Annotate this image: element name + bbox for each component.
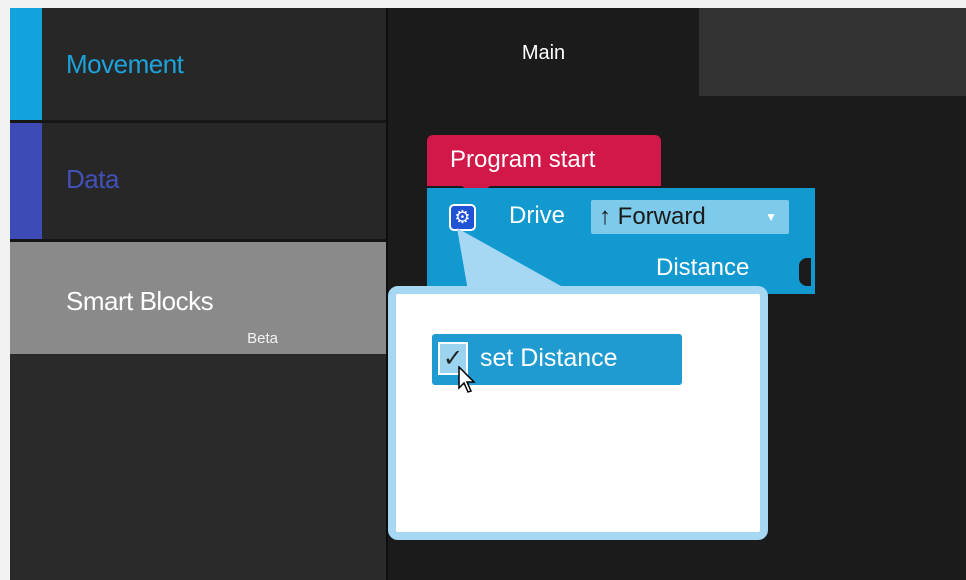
category-movement[interactable]: Movement <box>10 8 386 123</box>
set-distance-label: set Distance <box>480 344 618 372</box>
category-label: Smart Blocks <box>66 286 214 316</box>
tab-label: Main <box>521 42 566 64</box>
category-color-stripe <box>10 8 42 120</box>
program-start-label: Program start <box>450 146 596 173</box>
category-data[interactable]: Data <box>10 123 386 242</box>
category-smart-blocks[interactable]: Smart Blocks Beta <box>10 242 386 354</box>
category-label: Data <box>66 164 119 194</box>
direction-value: ↑ Forward <box>599 203 706 230</box>
category-color-stripe <box>10 123 42 239</box>
category-label: Movement <box>66 49 184 79</box>
block-category-sidebar: Movement Data Smart Blocks Beta <box>10 8 386 580</box>
tab-bar: Main <box>388 8 966 96</box>
direction-dropdown[interactable]: ↑ Forward ▼ <box>591 200 789 234</box>
beta-badge: Beta <box>247 330 278 347</box>
program-start-block[interactable]: Program start <box>427 135 661 186</box>
app-window: Movement Data Smart Blocks Beta Main Pro… <box>10 8 966 580</box>
mouse-pointer-icon <box>458 366 476 393</box>
tab-main[interactable]: Main <box>388 8 699 96</box>
mutator-bubble: ✓ set Distance <box>388 286 768 540</box>
block-workspace[interactable]: Main Program start ⚙ Drive ↑ Forward ▼ D… <box>388 8 966 580</box>
gear-icon[interactable]: ⚙ <box>449 204 476 231</box>
distance-input-label: Distance <box>656 254 750 281</box>
dropdown-arrow-icon: ▼ <box>765 210 777 224</box>
drive-label: Drive <box>509 202 566 229</box>
distance-input-socket[interactable] <box>799 258 811 286</box>
